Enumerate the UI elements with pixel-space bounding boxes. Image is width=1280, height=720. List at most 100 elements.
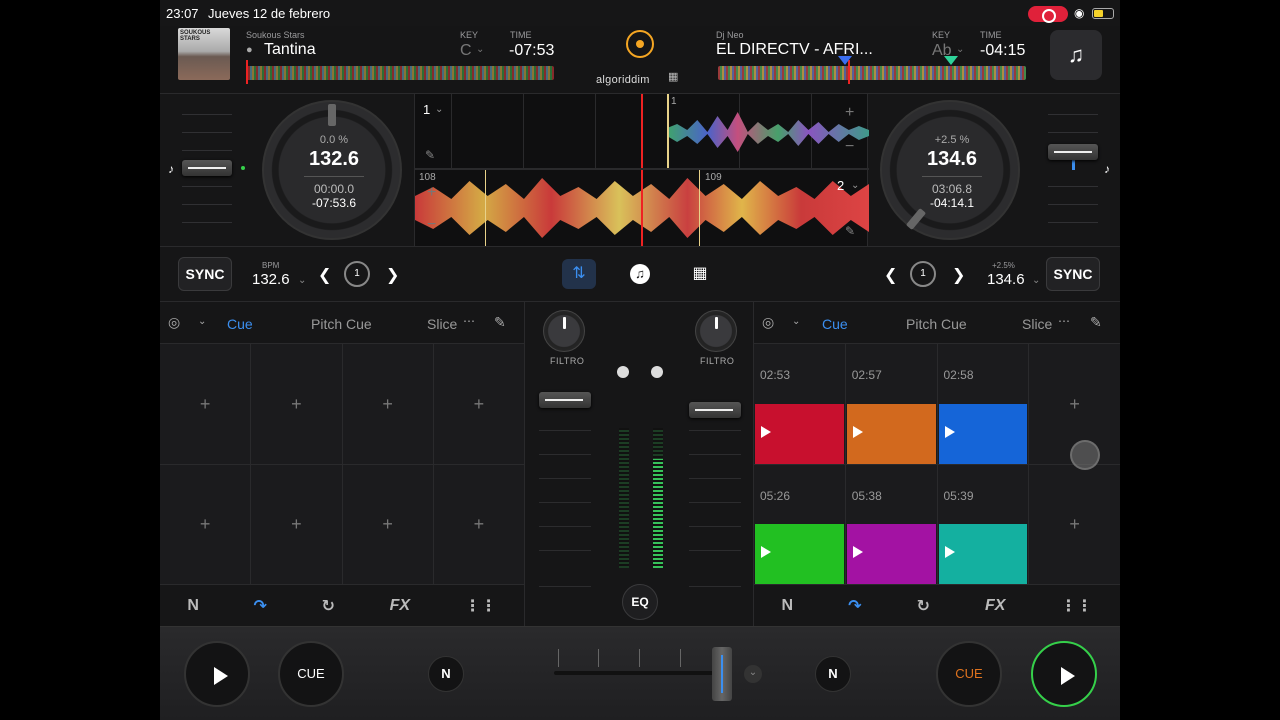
deck-a-filter-knob[interactable] bbox=[543, 310, 585, 352]
deck-b-pitch-fader[interactable] bbox=[1048, 108, 1098, 228]
chevron-right-icon[interactable]: ❯ bbox=[386, 265, 399, 285]
tab-slice[interactable]: Slice bbox=[1022, 316, 1052, 332]
edit-icon[interactable]: ✎ bbox=[494, 314, 506, 331]
deck-a-neural-mix-button[interactable]: N bbox=[428, 656, 464, 692]
zoom-in-icon[interactable]: + bbox=[427, 184, 436, 202]
eq-button[interactable]: EQ bbox=[622, 584, 658, 620]
cue-pad[interactable]: 05:38 bbox=[845, 464, 937, 584]
mixer-sliders-icon[interactable]: ⋮⋮ bbox=[1060, 596, 1092, 616]
grid-mode-icon[interactable]: ▦ bbox=[683, 259, 717, 289]
chevron-right-icon[interactable]: ❯ bbox=[952, 265, 965, 285]
cue-pad[interactable]: + bbox=[433, 464, 524, 584]
deck-a-lane-number[interactable]: 2 bbox=[837, 178, 844, 193]
cue-pad[interactable]: + bbox=[342, 344, 433, 464]
zoom-out-icon[interactable]: − bbox=[845, 138, 854, 156]
cue-color-block[interactable] bbox=[755, 403, 844, 464]
deck-a-jog-wheel[interactable]: 0.0 % 132.6 00:00.0 -07:53.6 bbox=[262, 100, 402, 240]
deck-b-channel-fader[interactable] bbox=[689, 388, 741, 588]
deck-b-jog-wheel[interactable]: +2.5 % 134.6 03:06.8 -04:14.1 bbox=[880, 100, 1020, 240]
chevron-left-icon[interactable]: ❮ bbox=[884, 265, 897, 285]
deck-b-channel-fader-cap[interactable] bbox=[689, 402, 741, 418]
cue-color-block[interactable] bbox=[938, 524, 1028, 584]
more-icon[interactable]: ⋯ bbox=[1058, 314, 1070, 328]
cue-pad[interactable]: 05:39 bbox=[937, 464, 1029, 584]
album-art-left[interactable]: SOUKOUS STARS bbox=[178, 28, 230, 80]
loop-icon[interactable]: 1 bbox=[344, 261, 370, 287]
deck-a-cue-button[interactable]: CUE bbox=[278, 641, 344, 707]
cue-pad[interactable]: + bbox=[160, 464, 251, 584]
deck-a-waveform-lane[interactable]: 108 109 + − 2 ⌄ ✎ bbox=[415, 170, 869, 246]
logo-icon[interactable] bbox=[626, 30, 654, 58]
cue-pad[interactable]: 05:26 bbox=[754, 464, 845, 584]
cue-pad[interactable]: + bbox=[1029, 464, 1120, 584]
loop-roll-icon[interactable]: ↻ bbox=[322, 596, 335, 616]
deck-b-neural-mix-button[interactable]: N bbox=[815, 656, 851, 692]
tab-pitch-cue[interactable]: Pitch Cue bbox=[311, 316, 372, 332]
music-mode-icon[interactable]: ♫ bbox=[623, 259, 657, 289]
cue-pad[interactable]: + bbox=[251, 344, 342, 464]
mixer-sliders-icon[interactable]: ⋮⋮ bbox=[465, 596, 497, 616]
cue-color-block[interactable] bbox=[846, 524, 936, 584]
deck-b-overview-waveform[interactable] bbox=[718, 66, 1026, 80]
tab-pitch-cue[interactable]: Pitch Cue bbox=[906, 316, 967, 332]
deck-a-pitch-fader[interactable] bbox=[182, 108, 232, 228]
cue-pad[interactable]: 02:57 bbox=[845, 344, 937, 464]
cue-pad[interactable]: + bbox=[160, 344, 251, 464]
cue-pad[interactable]: 02:53 bbox=[754, 344, 845, 464]
waveform-view[interactable]: 1 ⌄ 1 ✎ + − 108 109 + − 2 ⌄ ✎ bbox=[414, 94, 869, 246]
deck-a-sync-button[interactable]: SYNC bbox=[178, 257, 232, 291]
record-icon[interactable] bbox=[1028, 6, 1068, 23]
chevron-down-icon[interactable]: ⌄ bbox=[792, 316, 800, 327]
tab-cue[interactable]: Cue bbox=[822, 316, 848, 332]
edit-icon[interactable]: ✎ bbox=[845, 224, 855, 238]
tab-slice[interactable]: Slice bbox=[427, 316, 457, 332]
cue-pad[interactable]: + bbox=[433, 344, 524, 464]
deck-a-gain-knob[interactable] bbox=[617, 366, 629, 378]
deck-b-gain-knob[interactable] bbox=[651, 366, 663, 378]
crossfader-track[interactable] bbox=[554, 671, 730, 675]
cue-pad[interactable]: + bbox=[251, 464, 342, 584]
neural-mix-icon[interactable]: N bbox=[782, 597, 794, 615]
deck-a-overview-waveform[interactable] bbox=[246, 66, 554, 80]
waveform-mode-icon[interactable]: ⇅ bbox=[562, 259, 596, 289]
loop-roll-icon[interactable]: ↻ bbox=[917, 596, 930, 616]
deck-b-sync-button[interactable]: SYNC bbox=[1046, 257, 1100, 291]
zoom-out-icon[interactable]: − bbox=[427, 216, 436, 234]
edit-icon[interactable]: ✎ bbox=[425, 148, 435, 162]
deck-b-cue-button[interactable]: CUE bbox=[936, 641, 1002, 707]
deck-a-channel-fader[interactable] bbox=[539, 388, 591, 588]
cue-color-block[interactable] bbox=[846, 403, 936, 464]
chevron-down-icon[interactable]: ⌄ bbox=[744, 665, 762, 683]
chevron-down-icon[interactable]: ⌄ bbox=[198, 316, 206, 327]
edit-icon[interactable]: ✎ bbox=[1090, 314, 1102, 331]
deck-a-pitch-fader-cap[interactable] bbox=[182, 160, 232, 176]
cue-pad[interactable]: 02:58 bbox=[937, 344, 1029, 464]
fx-icon[interactable]: FX bbox=[390, 597, 410, 615]
loop-icon[interactable]: 1 bbox=[910, 261, 936, 287]
deck-a-play-button[interactable] bbox=[184, 641, 250, 707]
deck-b-filter-knob[interactable] bbox=[695, 310, 737, 352]
quantize-icon[interactable]: ◎ bbox=[762, 314, 774, 331]
deck-a-title[interactable]: Tantina bbox=[264, 41, 316, 59]
crossfader-cap[interactable] bbox=[712, 647, 732, 701]
deck-b-lane-number[interactable]: 1 bbox=[423, 102, 430, 117]
zoom-in-icon[interactable]: + bbox=[845, 104, 854, 122]
deck-b-waveform-lane[interactable]: 1 ⌄ 1 ✎ + − bbox=[415, 94, 869, 168]
neural-mix-icon[interactable]: N bbox=[187, 597, 199, 615]
cue-color-block[interactable] bbox=[938, 403, 1028, 464]
deck-b-play-button[interactable] bbox=[1031, 641, 1097, 707]
fx-icon[interactable]: FX bbox=[985, 597, 1005, 615]
deck-b-pitch-fader-cap[interactable] bbox=[1048, 144, 1098, 160]
music-library-button[interactable]: ♫ bbox=[1050, 30, 1102, 80]
quantize-icon[interactable]: ◎ bbox=[168, 314, 180, 331]
deck-a-key[interactable]: C bbox=[460, 42, 472, 60]
auto-loop-icon[interactable]: ↷ bbox=[254, 596, 267, 616]
cue-pad[interactable]: + bbox=[342, 464, 433, 584]
auto-loop-icon[interactable]: ↷ bbox=[848, 596, 861, 616]
cue-color-block[interactable] bbox=[755, 524, 844, 584]
deck-b-bpm-value[interactable]: 134.6 bbox=[987, 271, 1025, 288]
tab-cue[interactable]: Cue bbox=[227, 316, 253, 332]
more-icon[interactable]: ⋯ bbox=[463, 314, 475, 328]
deck-a-bpm-value[interactable]: 132.6 bbox=[252, 271, 290, 288]
chevron-left-icon[interactable]: ❮ bbox=[318, 265, 331, 285]
